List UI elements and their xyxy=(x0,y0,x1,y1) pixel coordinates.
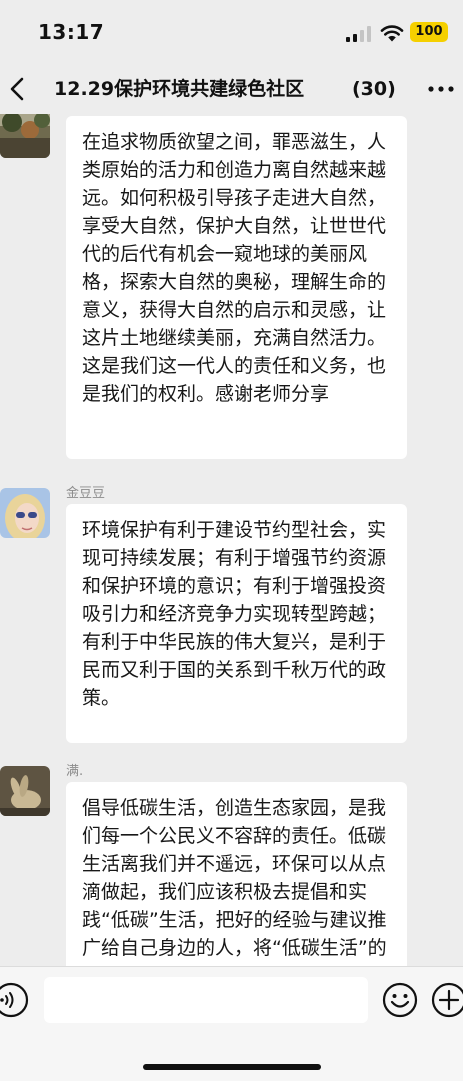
status-time: 13:17 xyxy=(38,20,105,44)
home-indicator xyxy=(143,1064,321,1070)
sender-name: 金豆豆 xyxy=(66,486,106,501)
sender-name: 满. xyxy=(66,764,84,779)
cellular-signal-icon xyxy=(346,26,371,42)
emoji-icon[interactable] xyxy=(381,981,419,1019)
more-dots-icon[interactable] xyxy=(426,78,456,100)
girl-sunglasses-avatar[interactable] xyxy=(0,488,50,538)
nature-photo-avatar[interactable] xyxy=(0,114,50,158)
message-input[interactable] xyxy=(44,977,368,1023)
wifi-icon xyxy=(380,25,404,42)
plus-icon[interactable] xyxy=(430,981,463,1019)
member-count: (30) xyxy=(352,78,396,100)
chat-title: 12.29保护环境共建绿色社区 xyxy=(54,78,305,100)
battery-badge: 100 xyxy=(410,22,448,42)
message-bubble[interactable]: 倡导低碳生活，创造生态家园，是我们每一个公民义不容辞的责任。低碳生活离我们并不遥… xyxy=(66,782,407,966)
chat-header: 12.29保护环境共建绿色社区 (30) xyxy=(0,64,463,114)
voice-icon[interactable] xyxy=(0,981,30,1019)
chevron-left-icon[interactable] xyxy=(6,74,32,104)
message-list[interactable]: 在追求物质欲望之间，罪恶滋生，人类原始的活力和创造力离自然越来越远。如何积极引导… xyxy=(0,114,463,966)
message-bubble[interactable]: 环境保护有利于建设节约型社会，实现可持续发展；有利于增强节约资源和保护环境的意识… xyxy=(66,504,407,743)
message-bubble[interactable]: 在追求物质欲望之间，罪恶滋生，人类原始的活力和创造力离自然越来越远。如何积极引导… xyxy=(66,116,407,459)
rabbit-figure-avatar[interactable] xyxy=(0,766,50,816)
status-bar: 13:17 100 xyxy=(0,0,463,64)
